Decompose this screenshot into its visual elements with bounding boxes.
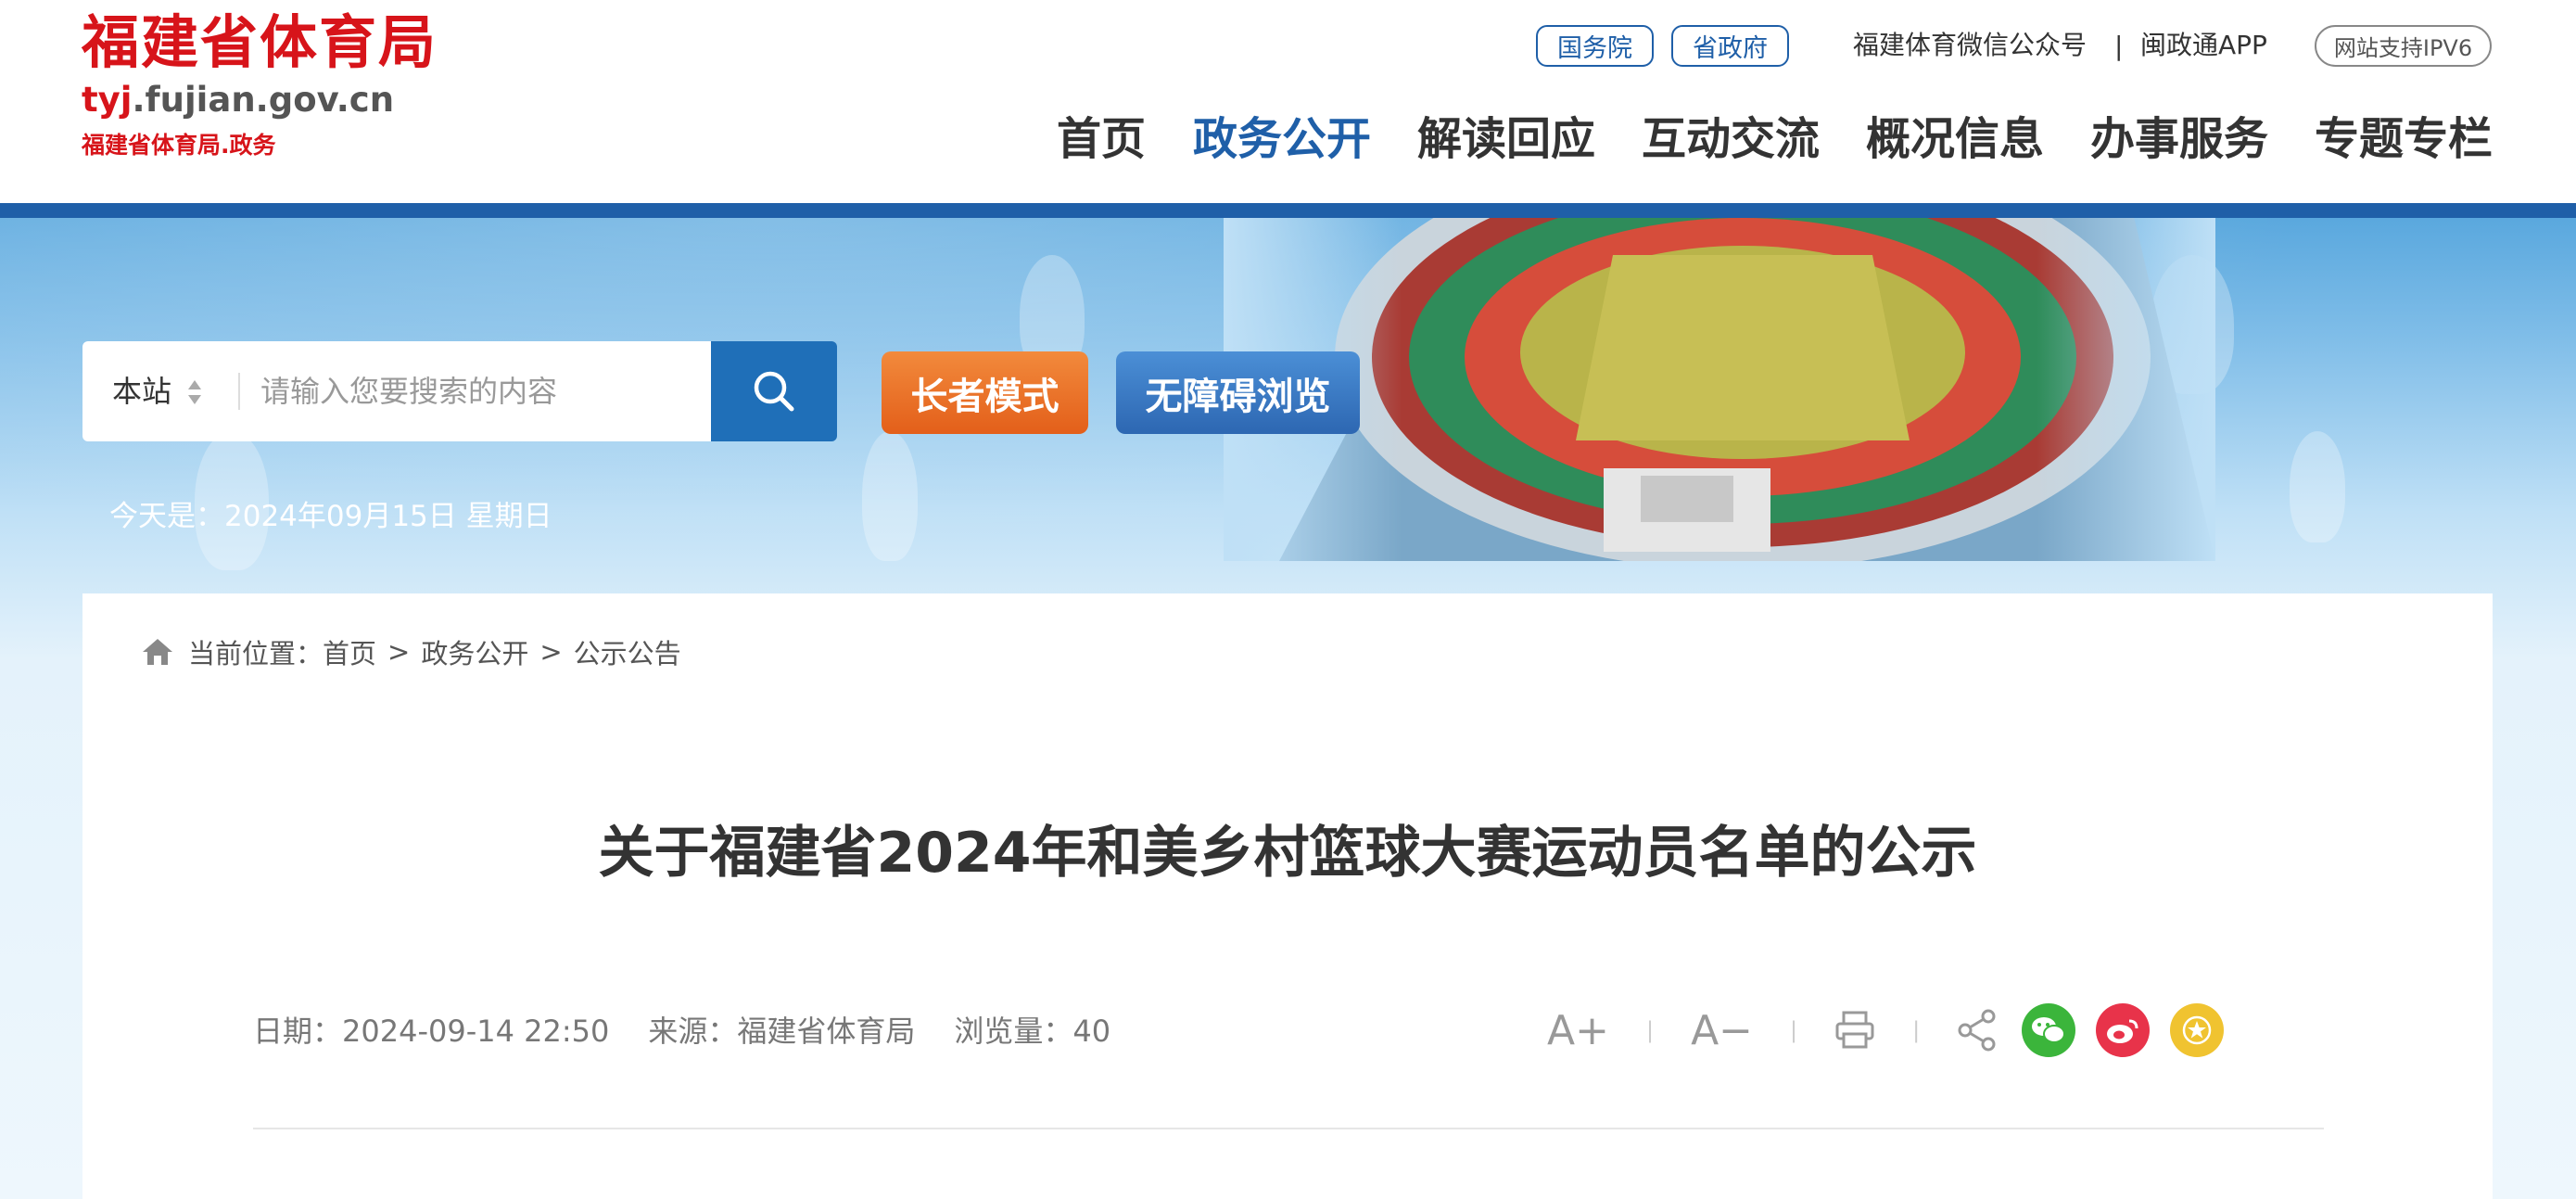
site-logo-subtitle: 福建省体育局.政务 (82, 132, 276, 159)
search-icon (754, 371, 794, 412)
nav-item-interaction[interactable]: 互动交流 (1642, 104, 1820, 174)
stadium-aerial-image (1224, 218, 2215, 561)
toolbar-divider: | (1645, 1017, 1655, 1043)
mzt-app-link[interactable]: 闽政通APP (2140, 26, 2267, 65)
accessible-browsing-button[interactable]: 无障碍浏览 (1116, 351, 1360, 434)
home-icon (143, 639, 172, 665)
wechat-icon (2032, 1017, 2066, 1043)
font-increase-button[interactable]: A+ (1547, 1007, 1609, 1054)
print-icon[interactable] (1834, 1010, 1875, 1051)
toolbar-divider: | (1912, 1017, 1921, 1043)
header-divider-stripe (0, 203, 2576, 218)
breadcrumb-item-home[interactable]: 首页 (323, 632, 376, 671)
content-divider (253, 1128, 2324, 1129)
article-date: 日期：2024-09-14 22:50 (253, 1014, 610, 1049)
weibo-icon (2107, 1019, 2138, 1043)
font-decrease-button[interactable]: A− (1691, 1007, 1753, 1054)
sort-arrows-icon[interactable] (186, 378, 203, 406)
site-logo-domain: tyj.fujian.gov.cn (82, 78, 394, 122)
breadcrumb-prefix: 当前位置： (188, 638, 324, 670)
wechat-share-button[interactable] (2022, 1003, 2076, 1057)
search-button[interactable] (711, 341, 837, 441)
nav-item-interpretation[interactable]: 解读回应 (1417, 104, 1595, 174)
site-header: 福建省体育局 tyj.fujian.gov.cn 福建省体育局.政务 国务院 省… (0, 0, 2576, 204)
breadcrumb: 当前位置： 首页 > 政务公开 > 公示公告 (142, 631, 681, 673)
search-divider (238, 373, 240, 410)
breadcrumb-item-government-affairs[interactable]: 政务公开 (421, 632, 528, 671)
breadcrumb-separator: > (387, 636, 411, 668)
breadcrumb-separator: > (539, 636, 563, 668)
share-icon[interactable] (1957, 1008, 1998, 1052)
article-views: 浏览量：40 (954, 1014, 1111, 1049)
toolbar-divider: | (1790, 1017, 1798, 1043)
current-date: 今天是：2024年09月15日 星期日 (109, 500, 552, 533)
top-links-divider: | (2114, 31, 2124, 61)
nav-item-overview[interactable]: 概况信息 (1866, 104, 2044, 174)
ipv6-support-badge: 网站支持IPV6 (2315, 25, 2492, 67)
nav-item-government-affairs[interactable]: 政务公开 (1193, 104, 1371, 174)
wechat-account-link[interactable]: 福建体育微信公众号 (1853, 26, 2087, 65)
nav-item-services[interactable]: 办事服务 (2090, 104, 2268, 174)
site-logo-title[interactable]: 福建省体育局 (82, 6, 438, 80)
logo-domain-rest: .fujian.gov.cn (132, 80, 395, 120)
elder-mode-button[interactable]: 长者模式 (882, 351, 1088, 434)
favorite-icon (2182, 1015, 2212, 1045)
article-toolbar: A+ | A− | | (1547, 1000, 2225, 1061)
nav-item-home[interactable]: 首页 (1057, 104, 1146, 174)
article-panel: 当前位置： 首页 > 政务公开 > 公示公告 关于福建省2024年和美乡村篮球大… (82, 593, 2493, 1199)
athlete-silhouette-graphic (2290, 431, 2345, 542)
athlete-silhouette-graphic (862, 431, 918, 561)
search-scope-select[interactable]: 本站 (112, 371, 171, 412)
article-title: 关于福建省2024年和美乡村篮球大赛运动员名单的公示 (598, 821, 1977, 886)
logo-domain-prefix: tyj (82, 80, 133, 120)
state-council-link[interactable]: 国务院 (1536, 25, 1654, 67)
article-source: 来源：福建省体育局 (648, 1014, 916, 1049)
search-input[interactable] (260, 364, 696, 419)
article-meta: 日期：2024-09-14 22:50 来源：福建省体育局 浏览量：40 (253, 1011, 1149, 1052)
weibo-share-button[interactable] (2096, 1003, 2151, 1057)
nav-item-special-topics[interactable]: 专题专栏 (2315, 104, 2493, 174)
provincial-government-link[interactable]: 省政府 (1671, 25, 1789, 67)
favorite-button[interactable] (2170, 1003, 2225, 1057)
search-box: 本站 (82, 341, 711, 441)
breadcrumb-item-announcements[interactable]: 公示公告 (574, 632, 681, 671)
